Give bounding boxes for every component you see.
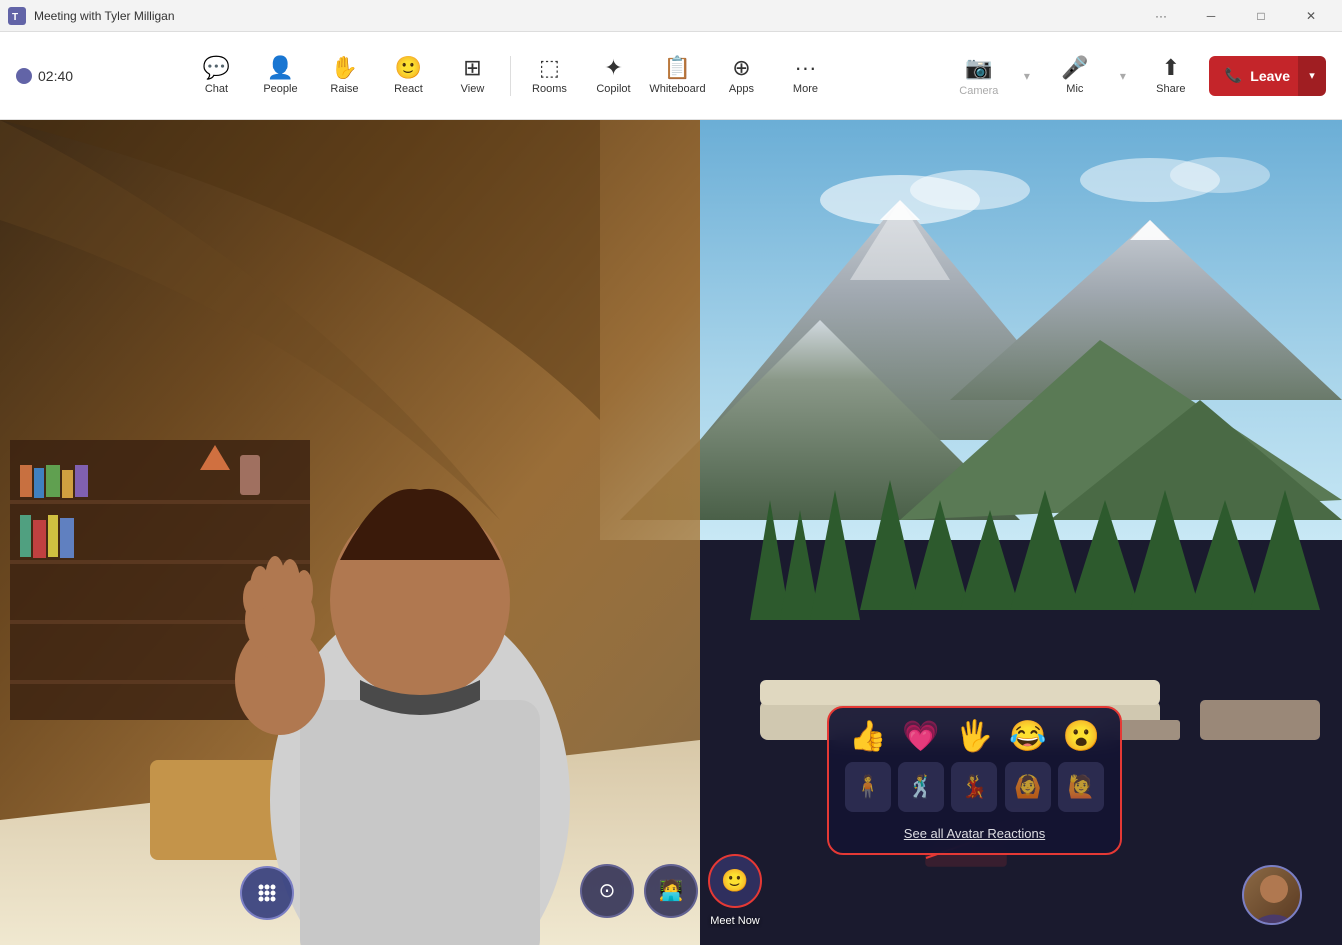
window-title: Meeting with Tyler Milligan <box>34 9 175 23</box>
share-label: Share <box>1156 83 1185 95</box>
react-button[interactable]: 🙂 React <box>378 40 438 112</box>
thumbs-up-emoji[interactable]: 👍 <box>849 722 886 752</box>
see-all-avatar-reactions-button[interactable]: See all Avatar Reactions <box>841 822 1108 843</box>
more-button[interactable]: ··· More <box>775 40 835 112</box>
camera-label: Camera <box>959 85 998 97</box>
rooms-label: Rooms <box>532 83 567 95</box>
raise-button[interactable]: ✋ Raise <box>314 40 374 112</box>
more-icon: ··· <box>794 57 816 79</box>
meet-now-label: Meet Now <box>710 915 760 927</box>
chat-icon: 💬 <box>203 57 230 79</box>
react-label: React <box>394 83 423 95</box>
emoji-reaction-button[interactable]: 🙂 <box>708 854 762 908</box>
chat-label: Chat <box>205 83 228 95</box>
camera-icon: 📷 <box>965 55 992 81</box>
emoji-reaction-icon: 🙂 <box>721 868 748 894</box>
people-button[interactable]: 👤 People <box>250 40 310 112</box>
heart-emoji[interactable]: 💗 <box>902 722 939 752</box>
leave-phone-icon: 📞 <box>1225 67 1242 84</box>
apps-label: Apps <box>729 83 754 95</box>
copilot-label: Copilot <box>596 83 630 95</box>
main-content: 👍 💗 🖐 😂 😮 🧍 🕺 💃 🙆 🙋 See all Avatar React… <box>0 120 1342 945</box>
apps-icon: ⊕ <box>732 57 750 79</box>
meeting-timer: 02:40 <box>38 68 73 84</box>
maximize-button[interactable]: □ <box>1238 0 1284 32</box>
title-bar: T Meeting with Tyler Milligan ··· ─ □ ✕ <box>0 0 1342 32</box>
whiteboard-button[interactable]: 📋 Whiteboard <box>647 40 707 112</box>
avatar-customize-button[interactable]: 🧑‍💻 <box>644 864 698 918</box>
apps-button[interactable]: ⊕ Apps <box>711 40 771 112</box>
whiteboard-label: Whiteboard <box>649 83 705 95</box>
teams-logo-icon: T <box>8 7 26 25</box>
copilot-button[interactable]: ✦ Copilot <box>583 40 643 112</box>
mic-label: Mic <box>1066 83 1083 95</box>
emoji-button-group: 🙂 Meet Now <box>708 854 762 927</box>
avatar-customize-icon: 🧑‍💻 <box>659 878 684 903</box>
camera-chevron-button[interactable]: ▾ <box>1017 40 1037 112</box>
raise-label: Raise <box>330 83 358 95</box>
wow-emoji[interactable]: 😮 <box>1063 722 1100 752</box>
wave-emoji[interactable]: 🖐 <box>956 722 993 752</box>
more-label: More <box>793 83 818 95</box>
avatar-thumbnail[interactable] <box>1242 865 1302 925</box>
title-bar-controls: ··· ─ □ ✕ <box>1138 0 1334 32</box>
bottom-controls: ⊙ 🧑‍💻 🙂 Meet Now <box>580 854 762 927</box>
share-icon: ⬆ <box>1162 57 1180 79</box>
mic-button[interactable]: 🎤 Mic <box>1045 40 1105 112</box>
avatar-reaction-1[interactable]: 🧍 <box>845 762 891 812</box>
dots-grid-icon <box>255 881 279 905</box>
avatar-reaction-2[interactable]: 🕺 <box>898 762 944 812</box>
avatar-settings-button[interactable]: ⊙ <box>580 864 634 918</box>
copilot-icon: ✦ <box>604 57 622 79</box>
mic-chevron-button[interactable]: ▾ <box>1113 40 1133 112</box>
chat-button[interactable]: 💬 Chat <box>186 40 246 112</box>
toolbar-divider <box>510 56 511 96</box>
avatar-reaction-3[interactable]: 💃 <box>951 762 997 812</box>
toolbar-center: 💬 Chat 👤 People ✋ Raise 🙂 React ⊞ View ⬚… <box>186 40 835 112</box>
toolbar: 02:40 💬 Chat 👤 People ✋ Raise 🙂 React ⊞ … <box>0 32 1342 120</box>
dots-grid-button[interactable] <box>240 866 294 920</box>
emoji-reactions-row: 👍 💗 🖐 😂 😮 <box>841 722 1108 752</box>
people-icon: 👤 <box>267 57 294 79</box>
toolbar-right: 📷 Camera ▾ 🎤 Mic ▾ ⬆ Share 📞 Leave ▾ <box>949 40 1326 112</box>
background-scene <box>0 120 1342 945</box>
close-button[interactable]: ✕ <box>1288 0 1334 32</box>
avatar-reaction-4[interactable]: 🙆 <box>1005 762 1051 812</box>
people-label: People <box>263 83 297 95</box>
rooms-icon: ⬚ <box>539 57 560 79</box>
avatar-reactions-row: 🧍 🕺 💃 🙆 🙋 <box>841 762 1108 812</box>
view-label: View <box>461 83 485 95</box>
laugh-emoji[interactable]: 😂 <box>1009 722 1046 752</box>
reactions-panel: 👍 💗 🖐 😂 😮 🧍 🕺 💃 🙆 🙋 See all Avatar React… <box>827 706 1122 855</box>
leave-chevron-button[interactable]: ▾ <box>1298 56 1326 96</box>
mic-icon: 🎤 <box>1061 57 1088 79</box>
leave-label: Leave <box>1250 68 1290 84</box>
title-bar-left: T Meeting with Tyler Milligan <box>8 7 175 25</box>
shield-icon <box>16 68 32 84</box>
view-button[interactable]: ⊞ View <box>442 40 502 112</box>
react-icon: 🙂 <box>395 57 422 79</box>
svg-text:T: T <box>12 12 18 23</box>
raise-icon: ✋ <box>331 57 358 79</box>
minimize-button[interactable]: ─ <box>1188 0 1234 32</box>
avatar-settings-icon: ⊙ <box>599 878 616 903</box>
toolbar-left: 02:40 <box>16 68 73 84</box>
ellipsis-button[interactable]: ··· <box>1138 0 1184 32</box>
rooms-button[interactable]: ⬚ Rooms <box>519 40 579 112</box>
view-icon: ⊞ <box>463 57 481 79</box>
share-button[interactable]: ⬆ Share <box>1141 40 1201 112</box>
avatar-reaction-5[interactable]: 🙋 <box>1058 762 1104 812</box>
leave-button[interactable]: 📞 Leave <box>1209 56 1306 96</box>
leave-group: 📞 Leave ▾ <box>1209 56 1326 96</box>
camera-button[interactable]: 📷 Camera <box>949 40 1009 112</box>
whiteboard-icon: 📋 <box>664 57 691 79</box>
